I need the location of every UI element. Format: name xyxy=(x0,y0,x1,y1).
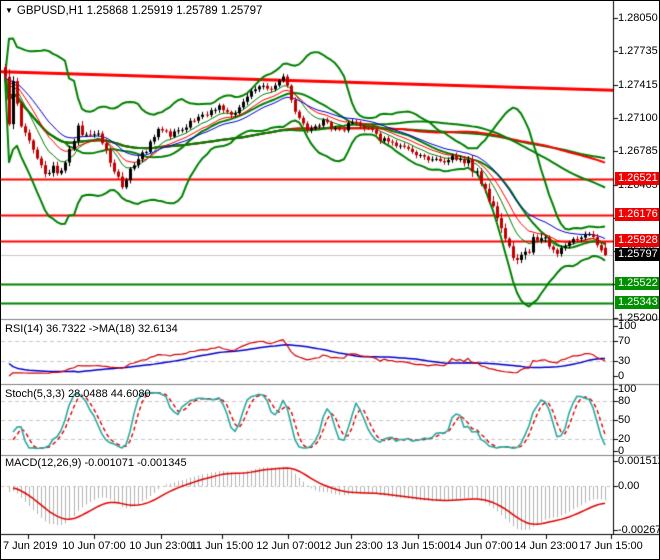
macd-axis-label: 0.001512 xyxy=(618,455,660,467)
rsi-axis-label: 70 xyxy=(618,335,630,347)
price-axis-label: 1.27735 xyxy=(618,45,658,57)
time-axis-label: 12 Jun 07:00 xyxy=(253,540,323,552)
macd-axis-label: 0.00 xyxy=(618,480,639,492)
time-axis-label: 17 Jun 15:00 xyxy=(576,540,646,552)
price-axis-label: 1.28050 xyxy=(618,12,658,24)
time-axis-label: 13 Jun 15:00 xyxy=(383,540,453,552)
resistance-level-badge: 1.26521 xyxy=(615,172,660,185)
resistance-level-badge: 1.26176 xyxy=(615,208,660,221)
collapse-arrow-icon[interactable]: ▼ xyxy=(5,6,13,15)
price-axis-label: 1.26785 xyxy=(618,145,658,157)
chart-title-text: GBPUSD,H1 1.25868 1.25919 1.25789 1.2579… xyxy=(17,5,263,17)
rsi-axis-label: 100 xyxy=(618,320,636,332)
support-level-badge: 1.25343 xyxy=(615,296,660,309)
stochastic-indicator-label: Stoch(5,3,3) 28.0488 44.6080 xyxy=(5,388,151,400)
time-axis-label: 14 Jun 07:00 xyxy=(446,540,516,552)
resistance-level-badge: 1.25928 xyxy=(615,234,660,247)
stoch-axis-label: 100 xyxy=(618,383,636,395)
current-price-badge: 1.25797 xyxy=(615,248,660,261)
macd-axis-label: -0.002671 xyxy=(618,524,660,536)
time-axis-label: 12 Jun 23:00 xyxy=(316,540,386,552)
macd-indicator-label: MACD(12,26,9) -0.001071 -0.001345 xyxy=(5,457,187,469)
time-axis-label: 10 Jun 07:00 xyxy=(59,540,129,552)
price-axis-label: 1.27100 xyxy=(618,112,658,124)
rsi-indicator-label: RSI(14) 36.7322 ->MA(18) 32.6134 xyxy=(5,323,178,335)
trading-chart-window: ▼ GBPUSD,H1 1.25868 1.25919 1.25789 1.257… xyxy=(0,0,660,560)
time-axis-label: 14 Jun 23:00 xyxy=(511,540,581,552)
rsi-axis-label: 30 xyxy=(618,355,630,367)
time-axis-label: 10 Jun 23:00 xyxy=(126,540,196,552)
chart-overlay: ▼ GBPUSD,H1 1.25868 1.25919 1.25789 1.257… xyxy=(1,1,660,560)
rsi-axis-label: 0 xyxy=(618,370,624,382)
support-level-badge: 1.25522 xyxy=(615,277,660,290)
stoch-axis-label: 50 xyxy=(618,414,630,426)
price-axis-label: 1.27415 xyxy=(618,79,658,91)
stoch-axis-label: 20 xyxy=(618,433,630,445)
time-axis-label: 11 Jun 15:00 xyxy=(187,540,257,552)
stoch-axis-label: 80 xyxy=(618,395,630,407)
chart-title: ▼ GBPUSD,H1 1.25868 1.25919 1.25789 1.257… xyxy=(5,5,262,17)
